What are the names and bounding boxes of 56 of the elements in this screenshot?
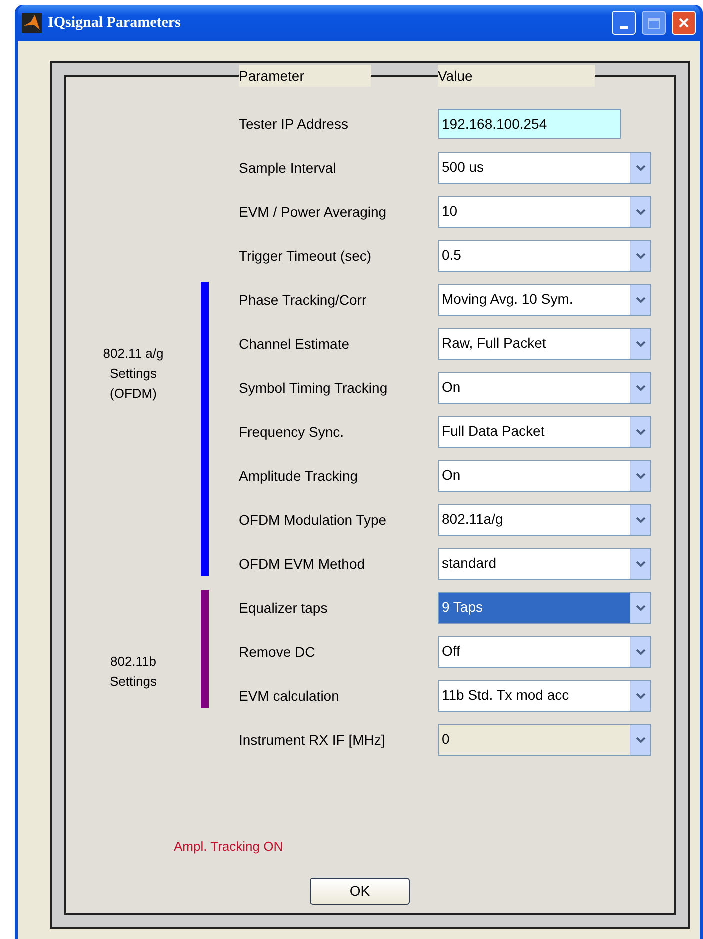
dropdown[interactable]: Off (438, 636, 651, 668)
column-header: Value (438, 65, 595, 87)
parameter-label: Symbol Timing Tracking (239, 378, 389, 398)
parameter-label: EVM / Power Averaging (239, 202, 388, 222)
status-message: Ampl. Tracking ON (174, 838, 284, 856)
dropdown[interactable]: On (438, 372, 651, 404)
dropdown[interactable]: Full Data Packet (438, 416, 651, 448)
dropdown[interactable]: 11b Std. Tx mod acc (438, 680, 651, 712)
dropdown[interactable]: standard (438, 548, 651, 580)
chevron-down-icon (630, 681, 650, 711)
group-label: 802.11 a/g Settings (OFDM) (102, 345, 165, 403)
chevron-down-icon (630, 725, 650, 755)
window-title: IQsignal Parameters (48, 14, 182, 33)
app-logo-icon (22, 13, 42, 33)
parameter-label: Remove DC (239, 642, 316, 662)
parameter-label: EVM calculation (239, 686, 340, 706)
close-button[interactable] (672, 11, 696, 35)
dropdown[interactable]: 802.11a/g (438, 504, 651, 536)
minimize-button[interactable] (612, 11, 636, 35)
parameter-label: Channel Estimate (239, 334, 351, 354)
chevron-down-icon (630, 461, 650, 491)
parameter-label: Trigger Timeout (sec) (239, 246, 373, 266)
column-header: Parameter (239, 65, 371, 87)
chevron-down-icon (630, 197, 650, 227)
chevron-down-icon (630, 329, 650, 359)
parameter-label: Tester IP Address (239, 114, 350, 134)
dropdown[interactable]: Raw, Full Packet (438, 328, 651, 360)
parameter-label: OFDM EVM Method (239, 554, 366, 574)
parameter-label: Sample Interval (239, 158, 338, 178)
parameter-label: Phase Tracking/Corr (239, 290, 368, 310)
chevron-down-icon (630, 549, 650, 579)
parameter-label: Equalizer taps (239, 598, 329, 618)
chevron-down-icon (630, 637, 650, 667)
parameter-label: OFDM Modulation Type (239, 510, 388, 530)
parameter-label: Instrument RX IF [MHz] (239, 730, 386, 750)
group-label: 802.11b Settings (109, 653, 158, 691)
dropdown[interactable]: 10 (438, 196, 651, 228)
dropdown[interactable]: 0.5 (438, 240, 651, 272)
dropdown[interactable]: Moving Avg. 10 Sym. (438, 284, 651, 316)
chevron-down-icon (630, 285, 650, 315)
dropdown[interactable]: On (438, 460, 651, 492)
chevron-down-icon (630, 417, 650, 447)
dropdown-value: 9 Taps (439, 593, 630, 623)
chevron-down-icon (630, 373, 650, 403)
chevron-down-icon (630, 153, 650, 183)
close-icon (678, 17, 690, 29)
input-field[interactable]: 192.168.100.254 (438, 109, 621, 139)
chevron-down-icon (630, 505, 650, 535)
dropdown[interactable]: 9 Taps (438, 592, 651, 624)
dropdown-value: 0 (439, 725, 630, 755)
dropdown[interactable]: 500 us (438, 152, 651, 184)
ok-button[interactable]: OK (310, 878, 410, 905)
parameter-label: Frequency Sync. (239, 422, 346, 442)
chevron-down-icon (630, 593, 650, 623)
parameter-label: Amplitude Tracking (239, 466, 360, 486)
chevron-down-icon (630, 241, 650, 271)
